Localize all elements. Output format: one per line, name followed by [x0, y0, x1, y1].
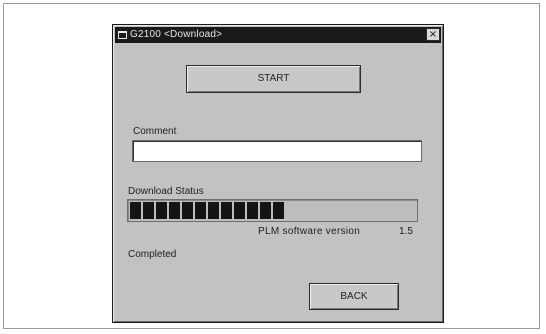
progress-block — [260, 202, 271, 219]
title-bar[interactable]: G2100 <Download> × — [115, 27, 441, 43]
comment-input[interactable] — [132, 140, 422, 162]
progress-block — [182, 202, 193, 219]
software-version-label: PLM software version — [258, 226, 361, 237]
close-button[interactable]: × — [426, 28, 440, 41]
comment-label: Comment — [133, 126, 177, 137]
close-icon: × — [428, 29, 438, 40]
download-status-label: Download Status — [128, 186, 204, 197]
app-window-icon — [118, 31, 127, 39]
download-progress-bar — [127, 199, 418, 222]
window-title: G2100 <Download> — [130, 29, 223, 40]
progress-block — [208, 202, 219, 219]
progress-block — [195, 202, 206, 219]
start-button[interactable]: START — [186, 65, 361, 93]
progress-block — [247, 202, 258, 219]
software-version-value: 1.5 — [399, 226, 413, 237]
progress-block — [169, 202, 180, 219]
status-text: Completed — [128, 249, 177, 260]
progress-block — [143, 202, 154, 219]
progress-block — [273, 202, 284, 219]
progress-fill — [130, 202, 284, 219]
back-button[interactable]: BACK — [309, 283, 399, 310]
progress-block — [130, 202, 141, 219]
progress-block — [156, 202, 167, 219]
progress-block — [221, 202, 232, 219]
download-dialog: G2100 <Download> × START Comment Downloa… — [112, 24, 444, 323]
progress-block — [234, 202, 245, 219]
